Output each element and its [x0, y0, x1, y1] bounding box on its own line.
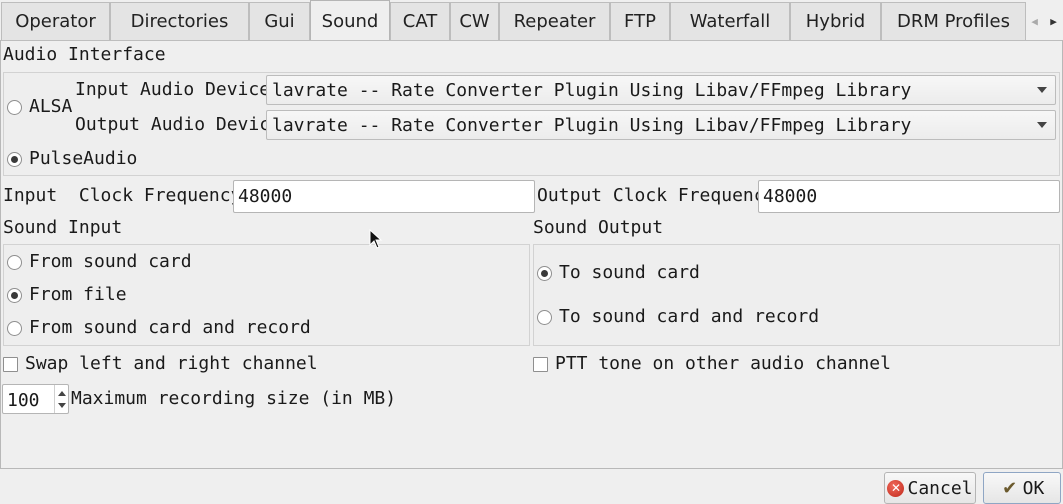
mouse-cursor-icon: [369, 229, 383, 249]
tab-operator[interactable]: Operator: [1, 2, 110, 40]
from-sound-card-radio[interactable]: [7, 255, 22, 270]
from-sound-card-label[interactable]: From sound card: [29, 253, 192, 271]
ok-button-label: OK: [1022, 477, 1045, 499]
max-recording-size-label: Maximum recording size (in MB): [71, 388, 397, 409]
cancel-button-label: Cancel: [907, 477, 973, 499]
swap-channels-label[interactable]: Swap left and right channel: [25, 355, 318, 373]
from-sound-card-and-record-radio[interactable]: [7, 321, 22, 336]
output-audio-device-select[interactable]: lavrate -- Rate Converter Plugin Using L…: [266, 110, 1056, 140]
to-sound-card-radio[interactable]: [537, 266, 552, 281]
input-audio-device-select[interactable]: lavrate -- Rate Converter Plugin Using L…: [266, 75, 1056, 105]
pulseaudio-radio[interactable]: [7, 152, 22, 167]
output-clock-frequency-label: Output Clock Frequency: [537, 185, 776, 206]
from-file-radio[interactable]: [7, 288, 22, 303]
from-sound-card-and-record-label[interactable]: From sound card and record: [29, 319, 311, 337]
tab-ftp[interactable]: FTP: [610, 2, 670, 40]
input-audio-device-value: lavrate -- Rate Converter Plugin Using L…: [272, 79, 912, 101]
input-audio-device-label: Input Audio Device: [75, 79, 271, 100]
sound-output-group: [533, 244, 1060, 346]
output-audio-device-label: Output Audio Device: [75, 114, 281, 135]
max-recording-size-spinbox[interactable]: 100: [2, 384, 69, 414]
ok-button[interactable]: ✔ OK: [983, 472, 1061, 504]
tab-waterfall[interactable]: Waterfall: [670, 2, 790, 40]
to-sound-card-label[interactable]: To sound card: [559, 264, 700, 282]
swap-channels-checkbox[interactable]: [3, 357, 18, 372]
output-audio-device-value: lavrate -- Rate Converter Plugin Using L…: [272, 114, 912, 136]
alsa-radio[interactable]: [7, 100, 22, 115]
tab-gui[interactable]: Gui: [249, 2, 310, 40]
spin-down-icon[interactable]: [58, 403, 66, 408]
output-clock-frequency-field[interactable]: 48000: [758, 180, 1060, 213]
chevron-right-icon[interactable]: ▶: [1044, 2, 1063, 40]
tab-repeater[interactable]: Repeater: [499, 2, 610, 40]
ok-icon: ✔: [1002, 477, 1018, 499]
cancel-icon: ✕: [887, 479, 905, 497]
alsa-label[interactable]: ALSA: [29, 98, 72, 116]
tab-directories[interactable]: Directories: [110, 2, 249, 40]
tab-scroll-buttons: ◀ ▶: [1025, 2, 1063, 40]
input-clock-frequency-label: Input Clock Frequency: [3, 185, 242, 206]
ptt-tone-label[interactable]: PTT tone on other audio channel: [555, 355, 891, 373]
audio-interface-title: Audio Interface: [3, 44, 166, 65]
chevron-down-icon: [1037, 122, 1047, 128]
tab-sound[interactable]: Sound: [310, 0, 390, 41]
input-clock-frequency-field[interactable]: 48000: [233, 180, 535, 213]
to-sound-card-and-record-label[interactable]: To sound card and record: [559, 308, 819, 326]
tab-hybrid[interactable]: Hybrid: [790, 2, 881, 40]
chevron-down-icon: [1037, 87, 1047, 93]
sound-input-title: Sound Input: [3, 217, 123, 238]
ptt-tone-checkbox[interactable]: [533, 357, 548, 372]
tab-drm-profiles[interactable]: DRM Profiles: [881, 2, 1026, 40]
spinbox-divider: [54, 385, 68, 413]
max-recording-size-value: 100: [7, 390, 40, 411]
sound-output-title: Sound Output: [533, 217, 664, 238]
spin-up-icon[interactable]: [58, 391, 66, 396]
pulseaudio-label[interactable]: PulseAudio: [29, 150, 137, 168]
to-sound-card-and-record-radio[interactable]: [537, 310, 552, 325]
from-file-label[interactable]: From file: [29, 286, 127, 304]
output-clock-frequency-value: 48000: [763, 186, 818, 207]
tab-cat[interactable]: CAT: [390, 2, 450, 40]
tab-bar: Operator Directories Gui Sound CAT CW Re…: [0, 0, 1063, 41]
chevron-left-icon[interactable]: ◀: [1025, 2, 1044, 40]
cancel-button[interactable]: ✕ Cancel: [884, 472, 976, 504]
tab-cw[interactable]: CW: [450, 2, 499, 40]
input-clock-frequency-value: 48000: [238, 186, 293, 207]
